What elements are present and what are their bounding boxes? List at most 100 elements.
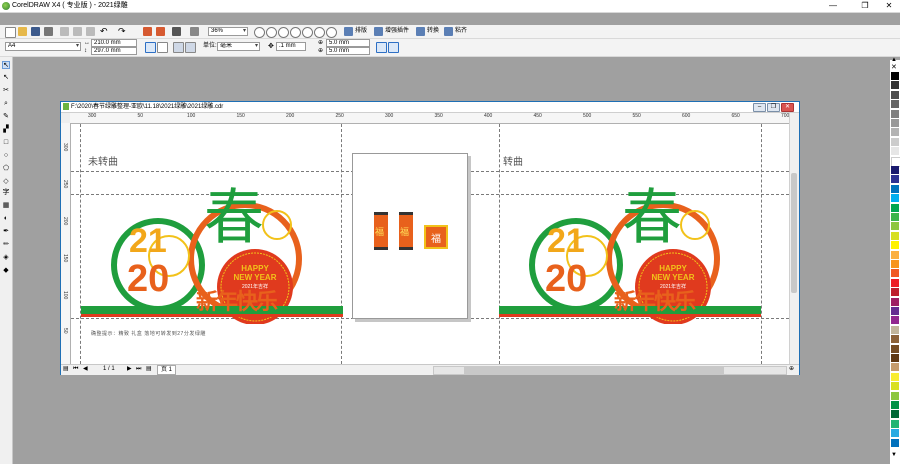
redo-icon[interactable]: ↷ (118, 27, 126, 36)
table-tool-icon[interactable]: ▦ (2, 202, 10, 210)
close-button[interactable]: ✕ (876, 0, 900, 12)
cut-icon[interactable] (60, 27, 69, 36)
crop-tool-icon[interactable]: ✂ (2, 87, 10, 95)
arrange-icon[interactable] (344, 27, 353, 36)
no-color-icon[interactable]: ✕ (891, 63, 897, 72)
palette-swatch[interactable] (891, 119, 899, 127)
options-icon[interactable] (388, 42, 399, 53)
paper-size-select[interactable]: A4 (5, 42, 81, 51)
copy-icon[interactable] (73, 27, 82, 36)
navigator-icon[interactable]: ⊕ (789, 365, 794, 374)
palette-swatch[interactable] (891, 128, 899, 137)
palette-swatch[interactable] (891, 109, 899, 118)
palette-swatch[interactable] (891, 297, 899, 306)
palette-swatch[interactable] (891, 194, 899, 203)
fu-couplet-left[interactable]: 福 (374, 212, 388, 250)
horizontal-scroll-thumb[interactable] (464, 367, 724, 374)
palette-swatch[interactable] (891, 269, 899, 278)
palette-swatch[interactable] (891, 175, 899, 184)
page-setup-icon[interactable]: ▤ (63, 365, 69, 374)
interactive-fill-tool-icon[interactable]: ◆ (2, 267, 10, 275)
landscape-icon[interactable] (157, 42, 168, 53)
palette-swatch[interactable] (891, 363, 899, 372)
zoom-level-select[interactable]: 36% (208, 27, 248, 36)
design-group-right[interactable]: 21 20 春 HAPPY NEW YEAR 2021年吉祥 新年快乐 (489, 184, 764, 324)
page-height-input[interactable]: 297.0 mm (91, 47, 137, 55)
doc-minimize-button[interactable]: – (753, 103, 766, 112)
rectangle-tool-icon[interactable]: □ (2, 139, 10, 147)
palette-swatch[interactable] (891, 438, 899, 447)
paste-icon[interactable] (86, 27, 95, 36)
design-group-left[interactable]: 21 20 春 HAPPY NEW YEAR 2021年吉祥 新年快乐 (71, 184, 346, 324)
minimize-button[interactable]: — (820, 0, 846, 12)
zoom-all-icon[interactable] (290, 27, 301, 38)
palette-swatch[interactable] (891, 166, 899, 174)
vertical-scroll-thumb[interactable] (791, 173, 797, 293)
export-icon[interactable] (156, 27, 165, 36)
palette-swatch[interactable] (891, 344, 899, 353)
zoom-width-icon[interactable] (314, 27, 325, 38)
palette-swatch[interactable] (891, 213, 899, 221)
palette-swatch[interactable] (891, 72, 899, 80)
nudge-distance-input[interactable]: .1 mm (276, 42, 306, 51)
palette-swatch[interactable] (891, 335, 899, 344)
palette-swatch[interactable] (891, 278, 899, 287)
new-document-icon[interactable] (5, 27, 16, 38)
shape-tool-icon[interactable]: ↖ (2, 74, 10, 82)
add-page-icon[interactable]: ▤ (146, 365, 152, 374)
horizontal-scrollbar[interactable] (433, 366, 787, 375)
zoom-selected-icon[interactable] (278, 27, 289, 38)
zoom-tool-icon[interactable]: ⌕ (2, 100, 10, 108)
convert-label[interactable]: 转换 (427, 27, 439, 36)
duplicate-y-input[interactable]: 5.0 mm (326, 47, 370, 55)
vertical-ruler[interactable]: 300 250 200 150 100 50 (61, 123, 71, 364)
save-icon[interactable] (31, 27, 40, 36)
palette-swatch[interactable] (891, 429, 899, 438)
pick-tool-icon[interactable]: ↖ (2, 61, 10, 69)
palette-swatch[interactable] (891, 203, 899, 212)
fill-tool-icon[interactable]: ◈ (2, 254, 10, 262)
units-select[interactable]: 毫米 (217, 42, 260, 51)
palette-swatch[interactable] (891, 90, 899, 99)
import-icon[interactable] (143, 27, 152, 36)
undo-icon[interactable]: ↶ (100, 27, 108, 36)
palette-swatch[interactable] (891, 137, 899, 146)
print-icon[interactable] (44, 27, 53, 36)
welcome-screen-icon[interactable] (190, 27, 199, 36)
fu-couplet-right[interactable]: 福 (399, 212, 413, 250)
palette-swatch[interactable] (891, 401, 899, 409)
maximize-button[interactable]: ❐ (852, 0, 878, 12)
outline-tool-icon[interactable]: ✏ (2, 241, 10, 249)
palette-swatch[interactable] (891, 231, 899, 240)
eyedropper-tool-icon[interactable]: ✒ (2, 228, 10, 236)
treat-as-filled-icon[interactable] (376, 42, 387, 53)
all-pages-icon[interactable] (173, 42, 184, 53)
palette-swatch[interactable] (891, 222, 899, 231)
palette-swatch[interactable] (891, 241, 899, 250)
palette-swatch[interactable] (891, 372, 899, 381)
palette-swatch[interactable] (891, 100, 899, 109)
paste-align-icon[interactable] (444, 27, 453, 36)
interactive-blend-tool-icon[interactable]: ◐ (2, 215, 10, 223)
zoom-height-icon[interactable] (326, 27, 337, 38)
arrange-label[interactable]: 排版 (355, 27, 367, 36)
page-width-input[interactable]: 210.0 mm (91, 39, 137, 47)
application-launcher-icon[interactable] (172, 27, 181, 36)
last-page-icon[interactable]: ⏭ (136, 365, 141, 374)
prev-page-icon[interactable]: ◀ (83, 365, 88, 374)
palette-swatch[interactable] (891, 354, 899, 362)
vertical-scrollbar[interactable] (789, 113, 799, 364)
next-page-icon[interactable]: ▶ (127, 365, 132, 374)
current-page-icon[interactable] (185, 42, 196, 53)
polygon-tool-icon[interactable]: ⬠ (2, 165, 10, 173)
zoom-out-icon[interactable] (266, 27, 277, 38)
palette-swatch[interactable] (891, 260, 899, 268)
palette-swatch[interactable] (891, 307, 899, 315)
zoom-page-icon[interactable] (302, 27, 313, 38)
effects-plugin-label[interactable]: 增强插件 (385, 27, 409, 36)
palette-swatch[interactable] (891, 184, 899, 193)
palette-swatch[interactable] (891, 325, 899, 334)
palette-swatch[interactable] (891, 419, 899, 428)
doc-restore-button[interactable]: ❐ (767, 103, 780, 112)
basic-shapes-tool-icon[interactable]: ◇ (2, 178, 10, 186)
